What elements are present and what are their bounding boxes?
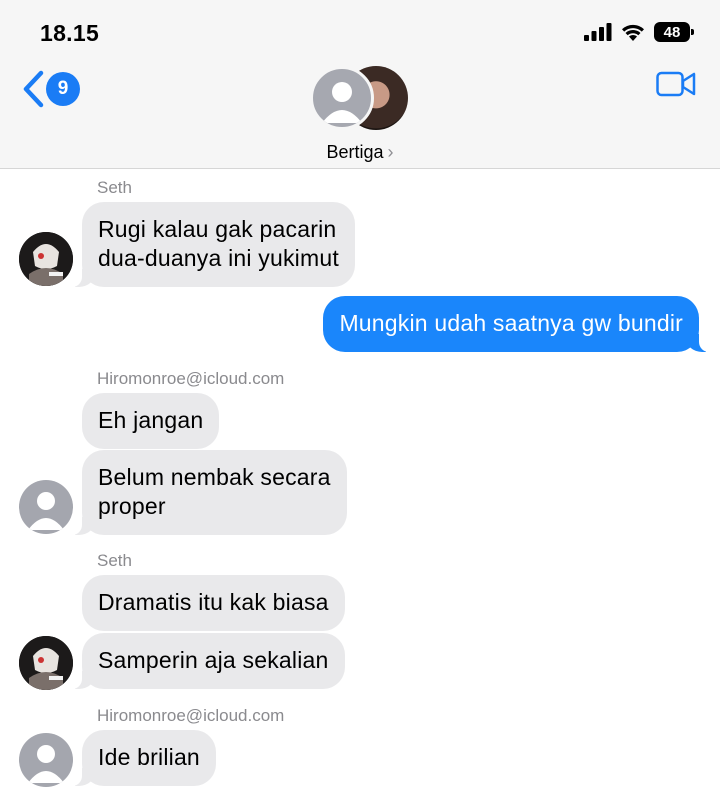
message-bubble-outgoing[interactable]: Mungkin udah saatnya gw bundir [323, 296, 709, 352]
group-name-label: Bertiga [326, 142, 384, 162]
avatar[interactable] [19, 636, 73, 690]
person-icon [322, 82, 362, 123]
message-bubble[interactable]: Dramatis itu kak biasa [82, 575, 345, 631]
video-camera-icon [656, 71, 696, 97]
wifi-icon [622, 24, 644, 41]
back-button[interactable]: 9 [22, 70, 80, 108]
battery-indicator: 48 [654, 22, 694, 42]
message-bubble[interactable]: Rugi kalau gak pacarin dua-duanya ini yu… [72, 202, 355, 287]
sender-name: Hiromonroe@icloud.com [97, 706, 285, 725]
member-default-avatar [310, 66, 374, 130]
chevron-right-icon: › [387, 142, 394, 162]
status-icons: 48 [584, 22, 694, 42]
message-bubble[interactable]: Eh jangan [82, 393, 220, 449]
person-icon [28, 492, 64, 530]
sender-name: Seth [97, 178, 132, 197]
chat-header: 18.15 48 9 Bertiga › [0, 0, 720, 169]
group-avatar[interactable] [310, 66, 410, 132]
message-bubble[interactable]: Ide brilian [72, 730, 216, 786]
sender-name: Seth [97, 551, 132, 570]
avatar[interactable] [19, 232, 73, 286]
profile-photo-icon [19, 232, 73, 286]
sender-name: Hiromonroe@icloud.com [97, 369, 285, 388]
message-bubble[interactable]: Samperin aja sekalian [72, 633, 345, 689]
unread-count-badge: 9 [46, 72, 80, 106]
person-icon [28, 745, 64, 783]
status-time: 18.15 [40, 20, 100, 46]
video-call-button[interactable] [656, 70, 696, 103]
chevron-left-icon [23, 70, 44, 108]
avatar[interactable] [19, 480, 73, 534]
avatar[interactable] [19, 733, 73, 787]
cellular-signal-icon [584, 23, 612, 41]
profile-photo-icon [19, 636, 73, 690]
group-name[interactable]: Bertiga › [0, 142, 720, 163]
message-bubble[interactable]: Belum nembak secara proper [72, 450, 347, 535]
